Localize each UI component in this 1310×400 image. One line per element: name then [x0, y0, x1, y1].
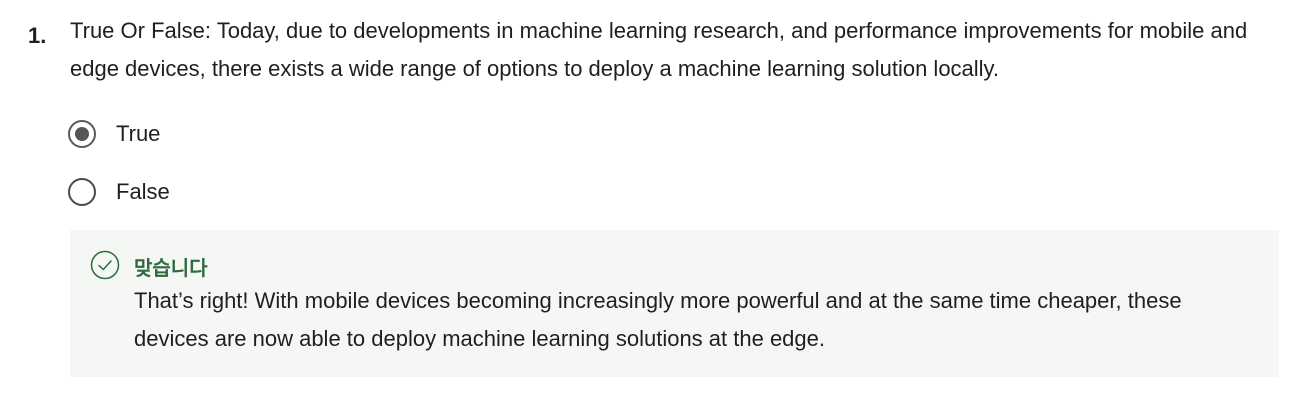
feedback-text: That’s right! With mobile devices becomi… — [134, 288, 1182, 351]
question-text: True Or False: Today, due to development… — [70, 18, 1248, 81]
option-label: False — [116, 179, 170, 204]
question-number: 1. — [28, 23, 47, 48]
answer-options: True False — [68, 114, 170, 230]
radio-button-selected[interactable] — [68, 120, 96, 148]
feedback-title: 맞습니다 — [134, 256, 208, 280]
feedback-panel: 맞습니다 That’s right! With mobile devices b… — [70, 230, 1279, 377]
option-label: True — [116, 121, 161, 146]
option-true[interactable]: True — [68, 114, 170, 154]
radio-button-unselected[interactable] — [68, 178, 96, 206]
option-false[interactable]: False — [68, 172, 170, 212]
check-circle-icon — [90, 250, 120, 280]
